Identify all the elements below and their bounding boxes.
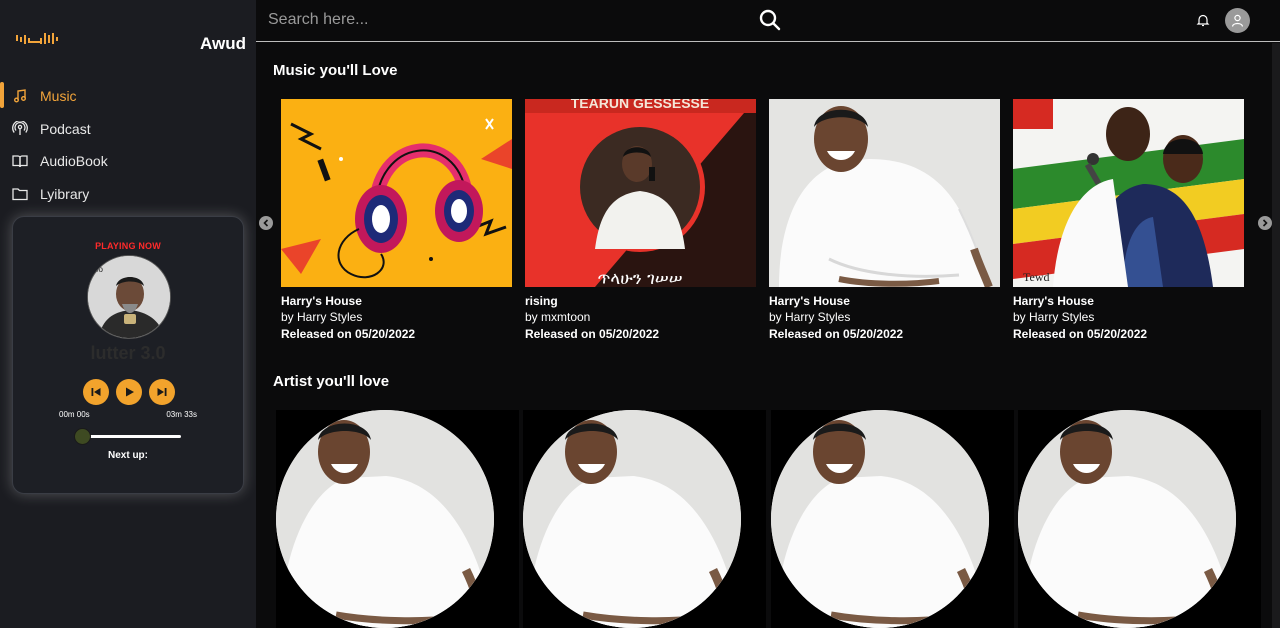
artist-card[interactable] [771,410,1014,628]
logo-icon [16,33,58,44]
sidebar-item-podcast[interactable]: Podcast [0,113,256,146]
track-title: lutter 3.0 [90,343,166,363]
scrollbar[interactable] [1272,43,1280,628]
album-title: Harry's House [769,294,850,308]
brand-name: Awud [200,34,246,53]
album-artist: by mxmtoon [525,310,591,324]
album-release-date: Released on 05/20/2022 [769,327,904,341]
now-playing-artwork: oo [87,255,171,339]
artist-photo [1018,410,1236,628]
progress-thumb[interactable] [74,428,91,445]
user-avatar[interactable] [1225,8,1250,33]
progress-slider[interactable] [74,428,181,445]
album-title: rising [525,294,558,308]
top-bar [256,0,1280,42]
skip-next-icon [157,388,167,396]
sidebar-item-label: AudioBook [40,153,108,170]
album-cover: TEARUN GESSESSE ጥላሁን ገሠሠ [525,99,756,287]
sidebar-item-label: Podcast [40,120,91,137]
artist-card[interactable] [523,410,766,628]
album-artist: by Harry Styles [281,310,363,324]
search-icon [759,9,781,31]
track-duration: 03m 33s [166,410,197,419]
svg-text:oo: oo [94,265,103,274]
chevron-left-icon [263,219,269,227]
artist-card[interactable] [1018,410,1261,628]
search-button[interactable] [756,6,784,34]
album-cover [769,99,1000,287]
album-artist: by Harry Styles [769,310,851,324]
play-icon [126,387,134,397]
sidebar-item-label: Music [40,88,77,105]
music-card[interactable]: Harry's House by Harry Styles Released o… [769,99,1000,342]
sidebar-item-library[interactable]: Lyibrary [0,178,256,211]
music-card[interactable]: Harry's House by Harry Styles Released o… [281,99,512,342]
svg-text:Tewd: Tewd [1023,270,1049,284]
music-card[interactable]: TEARUN GESSESSE ጥላሁን ገሠሠ rising by mxmto… [525,99,756,342]
sidebar: Awud Music Podcast AudioBook Lyibrary PL… [0,0,256,628]
album-cover [281,99,512,287]
next-up-label: Next up: [108,450,148,461]
cover-text-top: TEARUN GESSESSE [571,99,709,111]
music-section-title: Music you'll Love [273,62,398,79]
search-input[interactable] [268,8,748,32]
album-title: Harry's House [281,294,362,308]
carousel-prev-button[interactable] [259,216,273,230]
album-release-date: Released on 05/20/2022 [525,327,660,341]
previous-button[interactable] [83,379,109,405]
now-playing-card: PLAYING NOW oo lutter 3.0 00m 00s 03m 33… [12,216,244,494]
bell-icon [1196,14,1210,27]
artist-photo [523,410,741,628]
album-release-date: Released on 05/20/2022 [1013,327,1148,341]
artist-card[interactable] [276,410,519,628]
album-title: Harry's House [1013,294,1094,308]
notifications-button[interactable] [1196,13,1210,27]
player-controls [83,379,175,405]
sidebar-nav: Music Podcast AudioBook Lyibrary [0,80,256,210]
book-icon [12,153,28,169]
elapsed-time: 00m 00s [59,410,90,419]
folder-icon [12,186,28,202]
playing-now-label: PLAYING NOW [95,241,161,251]
podcast-icon [12,120,28,137]
album-release-date: Released on 05/20/2022 [281,327,416,341]
album-cover: Tewd [1013,99,1244,287]
music-note-icon [12,88,28,104]
cover-text-bottom: ጥላሁን ገሠሠ [597,269,682,287]
album-artist: by Harry Styles [1013,310,1095,324]
next-button[interactable] [149,379,175,405]
play-button[interactable] [116,379,142,405]
artist-photo [771,410,989,628]
sidebar-item-music[interactable]: Music [0,80,256,113]
skip-previous-icon [91,388,101,396]
carousel-next-button[interactable] [1258,216,1272,230]
user-icon [1231,14,1244,27]
brand: Awud [16,32,248,56]
music-card[interactable]: Tewd Harry's House by Harry Styles Relea… [1013,99,1244,342]
sidebar-item-audiobook[interactable]: AudioBook [0,145,256,178]
chevron-right-icon [1262,219,1268,227]
sidebar-item-label: Lyibrary [40,185,90,202]
artist-section-title: Artist you'll love [273,373,390,390]
artist-photo [276,410,494,628]
main-content: Music you'll Love Harry's House by Harry… [256,43,1280,628]
